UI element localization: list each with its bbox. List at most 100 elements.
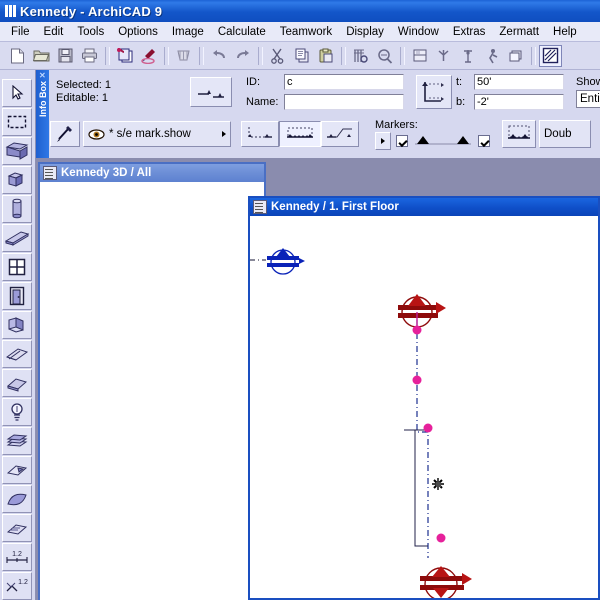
name-input[interactable] — [284, 94, 404, 110]
inject-parameters-icon[interactable] — [172, 45, 195, 67]
undo-icon[interactable] — [207, 45, 230, 67]
menu-file[interactable]: File — [4, 24, 37, 40]
menu-extras[interactable]: Extras — [446, 24, 493, 40]
info-box-row-2: * s/e mark.show Markers: Doub — [50, 112, 591, 156]
menu-tools[interactable]: Tools — [70, 24, 111, 40]
copy-pages-icon[interactable] — [113, 45, 136, 67]
section-segment-group — [241, 121, 359, 147]
find-select-icon[interactable] — [349, 45, 372, 67]
window-3d-canvas[interactable] — [40, 182, 264, 600]
stair-tool[interactable] — [2, 427, 32, 455]
menu-options[interactable]: Options — [111, 24, 165, 40]
toolbox-palette: 1.2 1.2 1.2 α A — [0, 70, 36, 600]
window-plan-title: Kennedy / 1. First Floor — [271, 201, 399, 213]
marker-end-checkbox[interactable] — [478, 134, 490, 147]
object-tool[interactable] — [2, 311, 32, 339]
menu-teamwork[interactable]: Teamwork — [273, 24, 339, 40]
editable-count-label: Editable: 1 — [56, 92, 108, 104]
section-depth-icon[interactable] — [416, 75, 452, 109]
layer-select[interactable]: * s/e mark.show — [83, 121, 231, 147]
slab-tool[interactable] — [2, 224, 32, 252]
selection-counts: Selected: 1 Editable: 1 — [50, 79, 190, 105]
window-3d-titlebar[interactable]: Kennedy 3D / All — [40, 164, 264, 182]
linear-dimension-tool[interactable]: 1.2 — [2, 543, 32, 571]
eye-visible-icon — [88, 128, 105, 140]
section-marker-blue[interactable] — [250, 248, 305, 275]
bottom-input[interactable] — [474, 94, 564, 110]
svg-text:1.2: 1.2 — [18, 579, 28, 586]
limited-depth-icon[interactable] — [502, 120, 536, 148]
floor-plan-icon — [253, 200, 267, 214]
mesh-tool[interactable] — [2, 369, 32, 397]
window-plan-canvas[interactable] — [250, 216, 598, 598]
menu-edit[interactable]: Edit — [37, 24, 71, 40]
arrow-select-tool[interactable] — [2, 79, 32, 107]
top-input[interactable] — [474, 74, 564, 90]
beam-tool[interactable] — [2, 166, 32, 194]
shell-tool[interactable] — [2, 485, 32, 513]
section-marker-red-top[interactable] — [398, 294, 446, 332]
id-field-group: ID: Name: — [246, 74, 404, 110]
window-first-floor[interactable]: Kennedy / 1. First Floor — [248, 196, 600, 600]
show-on-group: Show on: Entirely in — [576, 76, 600, 108]
hotspot-nodes[interactable] — [412, 325, 446, 543]
section-marker-icon[interactable] — [539, 44, 562, 67]
section-line[interactable] — [404, 320, 429, 558]
menu-zermatt[interactable]: Zermatt — [492, 24, 546, 40]
menu-display[interactable]: Display — [339, 24, 391, 40]
marquee-tool-icon[interactable] — [432, 45, 455, 67]
top-label: t: — [456, 76, 463, 88]
main-toolbar — [0, 42, 600, 70]
show-on-select[interactable]: Entirely in — [576, 90, 600, 108]
walk-icon[interactable] — [480, 45, 503, 67]
window-titlebar: Kennedy - ArchiCAD 9 — [0, 0, 600, 22]
column-tool[interactable] — [2, 195, 32, 223]
svg-text:1.2: 1.2 — [12, 551, 22, 558]
save-disk-icon[interactable] — [54, 45, 77, 67]
marker-start-checkbox[interactable] — [396, 134, 408, 147]
menu-window[interactable]: Window — [391, 24, 446, 40]
save-view-icon[interactable] — [408, 45, 431, 67]
info-box-tab[interactable]: ✕ Info Box — [36, 70, 49, 158]
redo-icon[interactable] — [231, 45, 254, 67]
wall-tool[interactable] — [2, 137, 32, 165]
print-icon[interactable] — [78, 45, 101, 67]
element-settings-icon[interactable] — [190, 77, 232, 107]
cut-scissors-icon[interactable] — [266, 45, 289, 67]
layers-icon[interactable] — [504, 45, 527, 67]
menu-calculate[interactable]: Calculate — [211, 24, 273, 40]
roof-tool[interactable] — [2, 340, 32, 368]
menu-help[interactable]: Help — [546, 24, 584, 40]
window-tool[interactable] — [2, 253, 32, 281]
door-tool[interactable] — [2, 282, 32, 310]
markers-options-button[interactable] — [375, 131, 391, 150]
merge-cursor-icon — [432, 478, 444, 490]
window-3d-all[interactable]: Kennedy 3D / All — [38, 162, 266, 600]
marquee-tool[interactable] — [2, 108, 32, 136]
lamp-tool[interactable] — [2, 398, 32, 426]
arrow-right-icon — [222, 131, 226, 137]
markers-label: Markers: — [375, 118, 418, 131]
info-box-tab-label: Info Box — [38, 81, 48, 117]
pen-tool-icon[interactable] — [50, 121, 80, 147]
level-dimension-tool[interactable]: 1.2 — [2, 572, 32, 600]
open-folder-icon[interactable] — [30, 45, 53, 67]
morph-tool[interactable] — [2, 514, 32, 542]
new-document-icon[interactable] — [6, 45, 29, 67]
close-icon[interactable]: ✕ — [39, 72, 46, 80]
elevate-icon[interactable] — [456, 45, 479, 67]
archicad-logo-icon — [0, 0, 20, 22]
straight-section-line-icon[interactable] — [279, 121, 321, 147]
broken-section-line-icon[interactable] — [241, 121, 279, 147]
angled-section-line-icon[interactable] — [321, 121, 359, 147]
id-input[interactable] — [284, 74, 404, 90]
paste-icon[interactable] — [314, 45, 337, 67]
zoom-find-icon[interactable] — [373, 45, 396, 67]
window-plan-titlebar[interactable]: Kennedy / 1. First Floor — [250, 198, 598, 216]
section-marker-red-bottom[interactable] — [420, 566, 472, 598]
menu-image[interactable]: Image — [165, 24, 211, 40]
copy-icon[interactable] — [290, 45, 313, 67]
eyedropper-icon[interactable] — [137, 45, 160, 67]
height-field-group: t: b: — [456, 74, 564, 110]
zone-tool[interactable] — [2, 456, 32, 484]
